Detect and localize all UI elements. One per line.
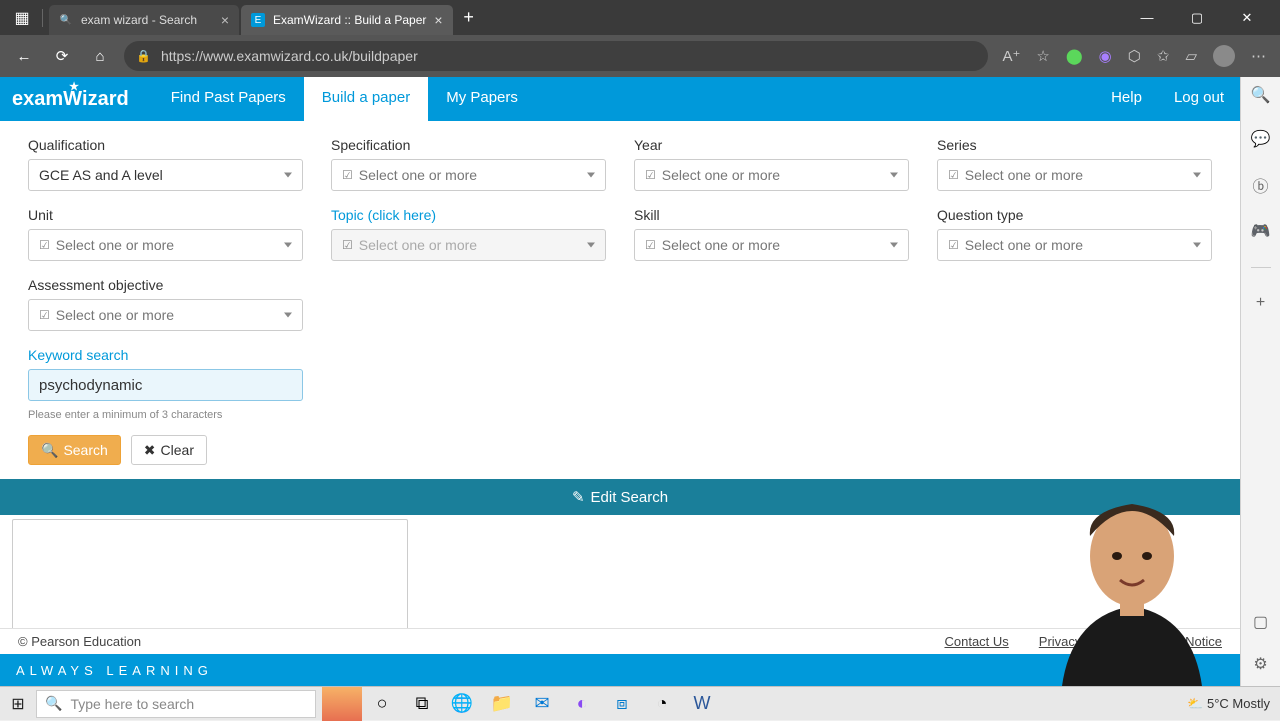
topic-label[interactable]: Topic (click here) (331, 207, 606, 223)
pencil-icon: ✎ (572, 488, 585, 506)
windows-taskbar: ⊞ 🔍 Type here to search ○ ⧉ 🌐 📁 ✉ ◐ ⧈ ◔ … (0, 686, 1280, 720)
bing-icon[interactable]: ⓑ (1252, 173, 1268, 197)
search-icon[interactable]: 🔍 (1251, 85, 1271, 105)
window-controls: ― ▢ ✕ (1132, 10, 1272, 26)
question-type-label: Question type (937, 207, 1212, 223)
games-icon[interactable]: 🎮 (1251, 221, 1271, 241)
vscode-icon[interactable]: ⧈ (602, 687, 642, 721)
assessment-objective-select[interactable]: ☑Select one or more (28, 299, 303, 331)
home-button[interactable]: ⌂ (86, 42, 114, 70)
check-icon: ☑ (948, 168, 959, 182)
browser-tab-0[interactable]: 🔍 exam wizard - Search × (49, 5, 239, 35)
settings-icon[interactable]: ⚙ (1253, 654, 1267, 674)
close-icon: ✖ (144, 442, 156, 459)
unit-label: Unit (28, 207, 303, 223)
collections-icon[interactable]: ▱ (1185, 47, 1197, 65)
year-label: Year (634, 137, 909, 153)
edge-icon[interactable]: 🌐 (442, 687, 482, 721)
nav-find-past-papers[interactable]: Find Past Papers (153, 77, 304, 121)
lock-icon: 🔒 (136, 49, 151, 63)
menu-icon[interactable]: ⋯ (1251, 47, 1266, 65)
tab-title: exam wizard - Search (81, 13, 197, 27)
keyword-input[interactable] (28, 369, 303, 401)
year-select[interactable]: ☑Select one or more (634, 159, 909, 191)
weather-widget[interactable]: ⛅ 5°C Mostly (1187, 696, 1270, 712)
read-aloud-icon[interactable]: A⁺ (1002, 47, 1020, 65)
nav-help[interactable]: Help (1095, 77, 1158, 121)
webcam-overlay (1012, 476, 1232, 686)
specification-label: Specification (331, 137, 606, 153)
unit-select[interactable]: ☑Select one or more (28, 229, 303, 261)
maximize-button[interactable]: ▢ (1182, 10, 1212, 26)
series-select[interactable]: ☑Select one or more (937, 159, 1212, 191)
edge-sidebar: 🔍 💬 ⓑ 🎮 + ▢ ⚙ (1240, 77, 1280, 686)
check-icon: ☑ (948, 238, 959, 252)
qualification-label: Qualification (28, 137, 303, 153)
url-input[interactable]: 🔒 https://www.examwizard.co.uk/buildpape… (124, 41, 988, 71)
footer-contact-link[interactable]: Contact Us (944, 634, 1008, 649)
chat-icon[interactable]: 💬 (1251, 129, 1271, 149)
check-icon: ☑ (645, 168, 656, 182)
minimize-button[interactable]: ― (1132, 10, 1162, 26)
close-icon[interactable]: × (434, 12, 442, 28)
refresh-button[interactable]: ⟳ (48, 42, 76, 70)
tab-title: ExamWizard :: Build a Paper (273, 13, 426, 27)
check-icon: ☑ (645, 238, 656, 252)
app-logo[interactable]: examW★izard (12, 77, 153, 121)
assessment-objective-label: Assessment objective (28, 277, 303, 293)
nav-logout[interactable]: Log out (1158, 77, 1240, 121)
search-placeholder: Type here to search (70, 696, 194, 712)
close-icon[interactable]: × (221, 12, 229, 28)
close-window-button[interactable]: ✕ (1232, 10, 1262, 26)
search-icon: 🔍 (45, 695, 62, 712)
word-icon[interactable]: W (682, 687, 722, 721)
topic-select[interactable]: ☑Select one or more (331, 229, 606, 261)
browser-tab-strip: ▦ 🔍 exam wizard - Search × E ExamWizard … (0, 0, 1280, 35)
extensions-icon[interactable]: ⬡ (1128, 47, 1141, 65)
site-favicon: E (251, 13, 265, 27)
explorer-icon[interactable]: 📁 (482, 687, 522, 721)
task-view-icon[interactable]: ⧉ (402, 687, 442, 721)
mail-icon[interactable]: ✉ (522, 687, 562, 721)
check-icon: ☑ (342, 238, 353, 252)
search-button[interactable]: 🔍 Search (28, 435, 121, 465)
taskbar-search[interactable]: 🔍 Type here to search (36, 690, 316, 718)
start-button[interactable]: ⊞ (0, 687, 36, 720)
app-navbar: examW★izard Find Past Papers Build a pap… (0, 77, 1240, 121)
check-icon: ☑ (39, 308, 50, 322)
cortana-icon[interactable]: ○ (362, 687, 402, 721)
question-type-select[interactable]: ☑Select one or more (937, 229, 1212, 261)
series-label: Series (937, 137, 1212, 153)
add-icon[interactable]: + (1256, 294, 1265, 312)
qualification-select[interactable]: GCE AS and A level (28, 159, 303, 191)
search-favicon: 🔍 (59, 13, 73, 27)
search-icon: 🔍 (41, 442, 58, 459)
tab-actions-icon[interactable]: ▦ (8, 4, 36, 32)
favorites-icon[interactable]: ✩ (1157, 47, 1170, 65)
people-icon[interactable] (322, 687, 362, 721)
favorites-star-icon[interactable]: ☆ (1036, 47, 1049, 65)
clear-button[interactable]: ✖ Clear (131, 435, 207, 465)
copyright: © Pearson Education (18, 634, 141, 649)
browser-tab-1[interactable]: E ExamWizard :: Build a Paper × (241, 5, 453, 35)
check-icon: ☑ (342, 168, 353, 182)
app-icon-2[interactable]: ◔ (642, 687, 682, 721)
app-icon[interactable]: ◐ (562, 687, 602, 721)
keyword-label: Keyword search (28, 347, 303, 363)
specification-select[interactable]: ☑Select one or more (331, 159, 606, 191)
toolbox-icon[interactable]: ▢ (1253, 612, 1268, 632)
skill-select[interactable]: ☑Select one or more (634, 229, 909, 261)
profile-avatar[interactable] (1213, 45, 1235, 67)
nav-my-papers[interactable]: My Papers (428, 77, 536, 121)
back-button[interactable]: ← (10, 42, 38, 70)
address-bar: ← ⟳ ⌂ 🔒 https://www.examwizard.co.uk/bui… (0, 35, 1280, 77)
nav-build-a-paper[interactable]: Build a paper (304, 77, 428, 121)
extension-icon[interactable]: ⬤ (1066, 47, 1083, 65)
url-text: https://www.examwizard.co.uk/buildpaper (161, 48, 418, 64)
keyword-hint: Please enter a minimum of 3 characters (28, 409, 303, 421)
extension-icon[interactable]: ◉ (1099, 47, 1112, 65)
new-tab-button[interactable]: + (455, 4, 483, 32)
skill-label: Skill (634, 207, 909, 223)
check-icon: ☑ (39, 238, 50, 252)
